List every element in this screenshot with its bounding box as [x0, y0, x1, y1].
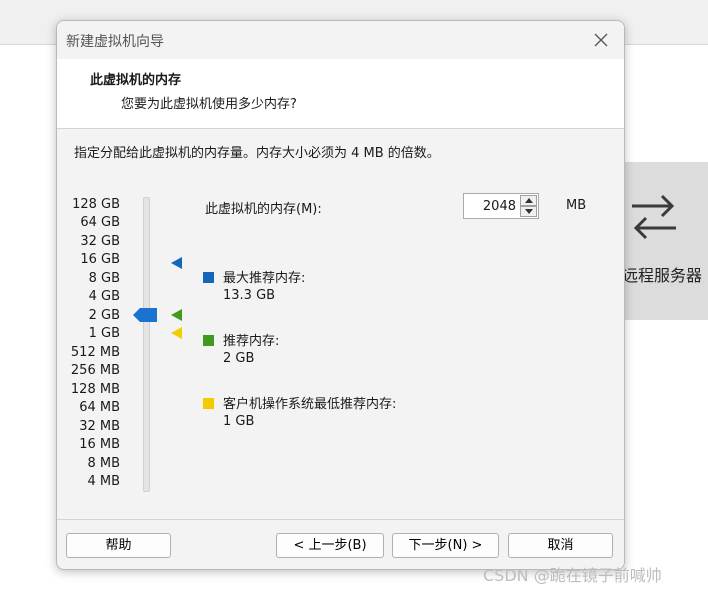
scale-label-16gb: 16 GB: [80, 252, 120, 267]
page-subtitle: 您要为此虚拟机使用多少内存?: [121, 97, 297, 112]
recommended-title: 推荐内存:: [223, 334, 280, 349]
memory-input-label: 此虚拟机的内存(M):: [205, 202, 322, 217]
caret-down-icon: [525, 209, 533, 214]
scale-label-32mb: 32 MB: [79, 419, 120, 434]
swap-arrows-icon: [632, 194, 676, 240]
scale-label-4gb: 4 GB: [88, 289, 120, 304]
recommended-legend-swatch: [203, 335, 214, 346]
memory-slider-track[interactable]: [143, 197, 150, 492]
recommended-value: 2 GB: [223, 351, 255, 366]
max-recommended-value: 13.3 GB: [223, 288, 276, 303]
scale-label-64gb: 64 GB: [80, 215, 120, 230]
caret-up-icon: [525, 198, 533, 203]
scale-label-4mb: 4 MB: [87, 474, 120, 489]
dialog-titlebar[interactable]: 新建虚拟机向导: [57, 21, 624, 59]
new-vm-wizard-dialog: 新建虚拟机向导 此虚拟机的内存 您要为此虚拟机使用多少内存? 指定分配给此虚拟机…: [56, 20, 625, 570]
dialog-title: 新建虚拟机向导: [66, 34, 164, 50]
watermark: CSDN @跪在镜子前喊帅: [483, 566, 662, 585]
scale-label-128gb: 128 GB: [72, 197, 120, 212]
max-recommended-title: 最大推荐内存:: [223, 271, 306, 286]
max-recommended-marker-icon: [171, 257, 182, 269]
recommended-marker-icon: [171, 309, 182, 321]
background-remote-label[interactable]: 远程服务器: [622, 262, 702, 286]
scale-label-256mb: 256 MB: [70, 363, 120, 378]
scale-label-16mb: 16 MB: [79, 437, 120, 452]
cancel-button[interactable]: 取消: [508, 533, 613, 558]
minimum-marker-icon: [171, 327, 182, 339]
scale-label-8mb: 8 MB: [87, 456, 120, 471]
memory-value[interactable]: 2048: [483, 199, 516, 214]
memory-spinbox[interactable]: 2048: [463, 193, 539, 219]
scale-label-2gb: 2 GB: [88, 308, 120, 323]
scale-label-512mb: 512 MB: [70, 345, 120, 360]
memory-unit: MB: [566, 198, 587, 213]
scale-label-32gb: 32 GB: [80, 234, 120, 249]
minimum-value: 1 GB: [223, 414, 255, 429]
scale-label-64mb: 64 MB: [79, 400, 120, 415]
page-title: 此虚拟机的内存: [90, 73, 182, 88]
instruction-text: 指定分配给此虚拟机的内存量。内存大小必须为 4 MB 的倍数。: [74, 146, 440, 161]
minimum-title: 客户机操作系统最低推荐内存:: [223, 397, 397, 412]
spin-up-button[interactable]: [520, 195, 537, 206]
scale-label-1gb: 1 GB: [88, 326, 120, 341]
next-button[interactable]: 下一步(N) >: [392, 533, 499, 558]
max-recommended-legend-swatch: [203, 272, 214, 283]
back-button[interactable]: < 上一步(B): [276, 533, 384, 558]
spin-down-button[interactable]: [520, 206, 537, 217]
memory-slider-thumb[interactable]: [133, 308, 157, 322]
wizard-header: 此虚拟机的内存 您要为此虚拟机使用多少内存?: [57, 59, 624, 129]
close-icon[interactable]: [590, 29, 612, 51]
minimum-legend-swatch: [203, 398, 214, 409]
help-button[interactable]: 帮助: [66, 533, 171, 558]
footer-divider: [57, 519, 624, 520]
scale-label-8gb: 8 GB: [88, 271, 120, 286]
scale-label-128mb: 128 MB: [70, 382, 120, 397]
